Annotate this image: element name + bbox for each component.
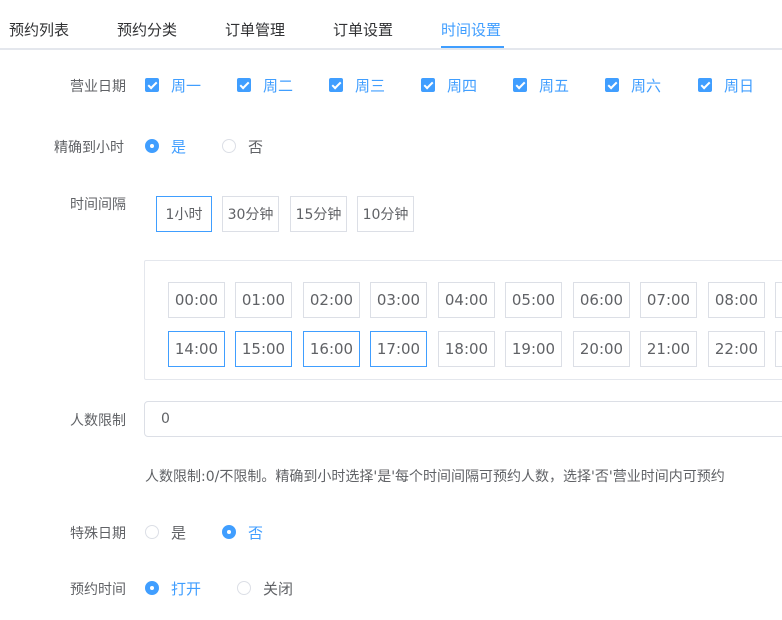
checkbox-checked-icon — [237, 78, 251, 92]
time-slot-partial[interactable] — [775, 331, 782, 367]
tab-bar: 预约列表 预约分类 订单管理 订单设置 时间设置 — [0, 0, 782, 50]
checkbox-checked-icon — [513, 78, 527, 92]
interval-30-min-button[interactable]: 30分钟 — [222, 196, 279, 232]
booking-time-label: 预约时间 — [70, 582, 126, 598]
radio-unselected-icon — [222, 139, 236, 153]
time-slot-2000[interactable]: 20:00 — [573, 331, 630, 367]
radio-label: 关闭 — [263, 579, 294, 598]
radio-selected-icon — [145, 139, 159, 153]
radio-label: 打开 — [171, 579, 202, 598]
time-settings-page: 预约列表 预约分类 订单管理 订单设置 时间设置 营业日期 周一 周二 周三 周… — [0, 0, 782, 620]
checkbox-friday[interactable]: 周五 — [513, 74, 569, 96]
interval-10-min-button[interactable]: 10分钟 — [357, 196, 414, 232]
time-slot-0700[interactable]: 07:00 — [640, 282, 697, 318]
checkbox-wednesday[interactable]: 周三 — [329, 74, 385, 96]
time-slot-2100[interactable]: 21:00 — [640, 331, 697, 367]
checkbox-sunday[interactable]: 周日 — [698, 74, 754, 96]
radio-booking-time-close[interactable]: 关闭 — [237, 577, 293, 599]
time-slot-0800[interactable]: 08:00 — [708, 282, 765, 318]
tab-booking-category[interactable]: 预约分类 — [117, 19, 177, 40]
radio-label: 否 — [248, 137, 264, 156]
time-slot-partial[interactable] — [775, 282, 782, 318]
interval-label: 时间间隔 — [70, 197, 126, 213]
radio-selected-icon — [222, 525, 236, 539]
time-slot-1700[interactable]: 17:00 — [370, 331, 427, 367]
checkbox-saturday[interactable]: 周六 — [605, 74, 661, 96]
checkbox-thursday[interactable]: 周四 — [421, 74, 477, 96]
time-slot-2200[interactable]: 22:00 — [708, 331, 765, 367]
radio-precise-hour-yes[interactable]: 是 — [145, 135, 186, 157]
radio-label: 是 — [171, 137, 187, 156]
time-slot-0200[interactable]: 02:00 — [303, 282, 360, 318]
checkbox-label: 周四 — [447, 76, 478, 95]
active-tab-indicator — [441, 46, 504, 48]
radio-special-date-no[interactable]: 否 — [222, 521, 263, 543]
people-limit-input[interactable] — [144, 401, 782, 437]
time-slot-0100[interactable]: 01:00 — [235, 282, 292, 318]
time-slot-0400[interactable]: 04:00 — [438, 282, 495, 318]
checkbox-label: 周日 — [724, 76, 755, 95]
tab-order-settings[interactable]: 订单设置 — [333, 19, 393, 40]
radio-precise-hour-no[interactable]: 否 — [222, 135, 263, 157]
radio-booking-time-open[interactable]: 打开 — [145, 577, 201, 599]
time-slot-0500[interactable]: 05:00 — [505, 282, 562, 318]
time-slot-1500[interactable]: 15:00 — [235, 331, 292, 367]
tab-time-settings[interactable]: 时间设置 — [441, 19, 501, 40]
checkbox-checked-icon — [329, 78, 343, 92]
interval-1-hour-button[interactable]: 1小时 — [156, 196, 212, 232]
checkbox-checked-icon — [605, 78, 619, 92]
business-days-label: 营业日期 — [70, 79, 126, 95]
checkbox-checked-icon — [145, 78, 159, 92]
time-slot-0300[interactable]: 03:00 — [370, 282, 427, 318]
time-slot-1600[interactable]: 16:00 — [303, 331, 360, 367]
checkbox-label: 周一 — [171, 76, 202, 95]
radio-special-date-yes[interactable]: 是 — [145, 521, 186, 543]
checkbox-checked-icon — [698, 78, 712, 92]
time-slot-1400[interactable]: 14:00 — [168, 331, 225, 367]
checkbox-tuesday[interactable]: 周二 — [237, 74, 293, 96]
people-limit-label: 人数限制 — [70, 413, 126, 429]
people-limit-help-text: 人数限制:0/不限制。精确到小时选择'是'每个时间间隔可预约人数，选择'否'营业… — [145, 469, 725, 485]
radio-label: 否 — [248, 523, 264, 542]
checkbox-checked-icon — [421, 78, 435, 92]
radio-unselected-icon — [145, 525, 159, 539]
radio-selected-icon — [145, 581, 159, 595]
checkbox-label: 周二 — [263, 76, 294, 95]
radio-unselected-icon — [237, 581, 251, 595]
precise-hour-label: 精确到小时 — [54, 140, 124, 156]
time-slot-1900[interactable]: 19:00 — [505, 331, 562, 367]
checkbox-label: 周五 — [539, 76, 570, 95]
checkbox-label: 周三 — [355, 76, 386, 95]
radio-label: 是 — [171, 523, 187, 542]
checkbox-label: 周六 — [631, 76, 662, 95]
interval-15-min-button[interactable]: 15分钟 — [290, 196, 347, 232]
tab-booking-list[interactable]: 预约列表 — [9, 19, 69, 40]
time-slot-0600[interactable]: 06:00 — [573, 282, 630, 318]
time-slot-0000[interactable]: 00:00 — [168, 282, 225, 318]
checkbox-monday[interactable]: 周一 — [145, 74, 201, 96]
special-date-label: 特殊日期 — [70, 526, 126, 542]
tab-order-management[interactable]: 订单管理 — [225, 19, 285, 40]
time-slot-1800[interactable]: 18:00 — [438, 331, 495, 367]
